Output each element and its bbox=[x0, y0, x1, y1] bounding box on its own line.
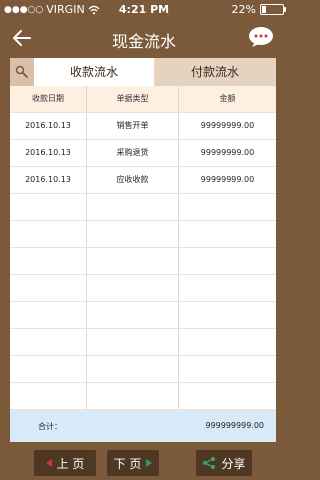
previous-page-label: 上 页 bbox=[56, 456, 85, 471]
empty-row bbox=[10, 329, 276, 356]
share-button[interactable]: 分享 bbox=[196, 450, 252, 476]
row-type: 应收收款 bbox=[86, 167, 178, 193]
battery-fill bbox=[262, 6, 266, 13]
table-row[interactable]: 2016.10.13 销售开单 99999999.00 bbox=[10, 113, 276, 140]
total-label: 合计： bbox=[38, 422, 62, 431]
nav-bar: 现金流水 bbox=[0, 20, 288, 56]
tab-receipts[interactable]: 收款流水 bbox=[34, 58, 154, 86]
previous-page-button[interactable]: 上 页 bbox=[34, 450, 96, 476]
row-type: 销售开单 bbox=[86, 113, 178, 139]
status-bar: ●●●○○ VIRGIN 4:21 PM 22% bbox=[0, 0, 288, 20]
chat-bubble-icon[interactable] bbox=[248, 26, 274, 48]
row-amount: 99999999.00 bbox=[178, 167, 276, 193]
empty-row bbox=[10, 356, 276, 383]
empty-row bbox=[10, 302, 276, 329]
column-header-amount: 金额 bbox=[178, 86, 276, 112]
table-row[interactable]: 2016.10.13 采购退货 99999999.00 bbox=[10, 140, 276, 167]
bottom-toolbar: 上 页 下 页 分享 bbox=[0, 448, 288, 480]
search-button[interactable] bbox=[10, 58, 34, 86]
table-row[interactable]: 2016.10.13 应收收款 99999999.00 bbox=[10, 167, 276, 194]
empty-row bbox=[10, 221, 276, 248]
total-value: 999999999.00 bbox=[205, 421, 264, 430]
page-title: 现金流水 bbox=[111, 32, 176, 51]
row-date: 2016.10.13 bbox=[25, 148, 71, 157]
empty-row bbox=[10, 248, 276, 275]
row-date: 2016.10.13 bbox=[25, 121, 71, 130]
triangle-left-icon bbox=[45, 459, 52, 467]
column-header-date: 收款日期 bbox=[32, 94, 64, 103]
battery-icon bbox=[260, 4, 286, 15]
next-page-label: 下 页 bbox=[113, 456, 142, 471]
row-amount: 99999999.00 bbox=[178, 140, 276, 166]
row-type: 采购退货 bbox=[86, 140, 178, 166]
status-right: 22% bbox=[231, 3, 286, 16]
next-page-button[interactable]: 下 页 bbox=[107, 450, 159, 476]
tab-payments[interactable]: 付款流水 bbox=[154, 58, 276, 86]
content-card: 收款流水 付款流水 收款日期 单据类型 金额 2016.10.13 销售开单 9… bbox=[10, 58, 276, 442]
cash-flow-table: 收款日期 单据类型 金额 2016.10.13 销售开单 99999999.00… bbox=[10, 86, 276, 410]
row-amount: 99999999.00 bbox=[178, 113, 276, 139]
battery-percent: 22% bbox=[231, 3, 256, 16]
column-header-type: 单据类型 bbox=[86, 86, 178, 112]
empty-row bbox=[10, 275, 276, 302]
search-icon bbox=[15, 65, 28, 78]
empty-row bbox=[10, 383, 276, 410]
tab-bar: 收款流水 付款流水 bbox=[10, 58, 276, 86]
table-header-row: 收款日期 单据类型 金额 bbox=[10, 86, 276, 113]
share-icon bbox=[203, 457, 216, 469]
share-label: 分享 bbox=[221, 456, 246, 471]
total-row: 合计： 999999999.00 bbox=[10, 410, 276, 442]
empty-row bbox=[10, 194, 276, 221]
triangle-right-icon bbox=[146, 459, 153, 467]
row-date: 2016.10.13 bbox=[25, 175, 71, 184]
